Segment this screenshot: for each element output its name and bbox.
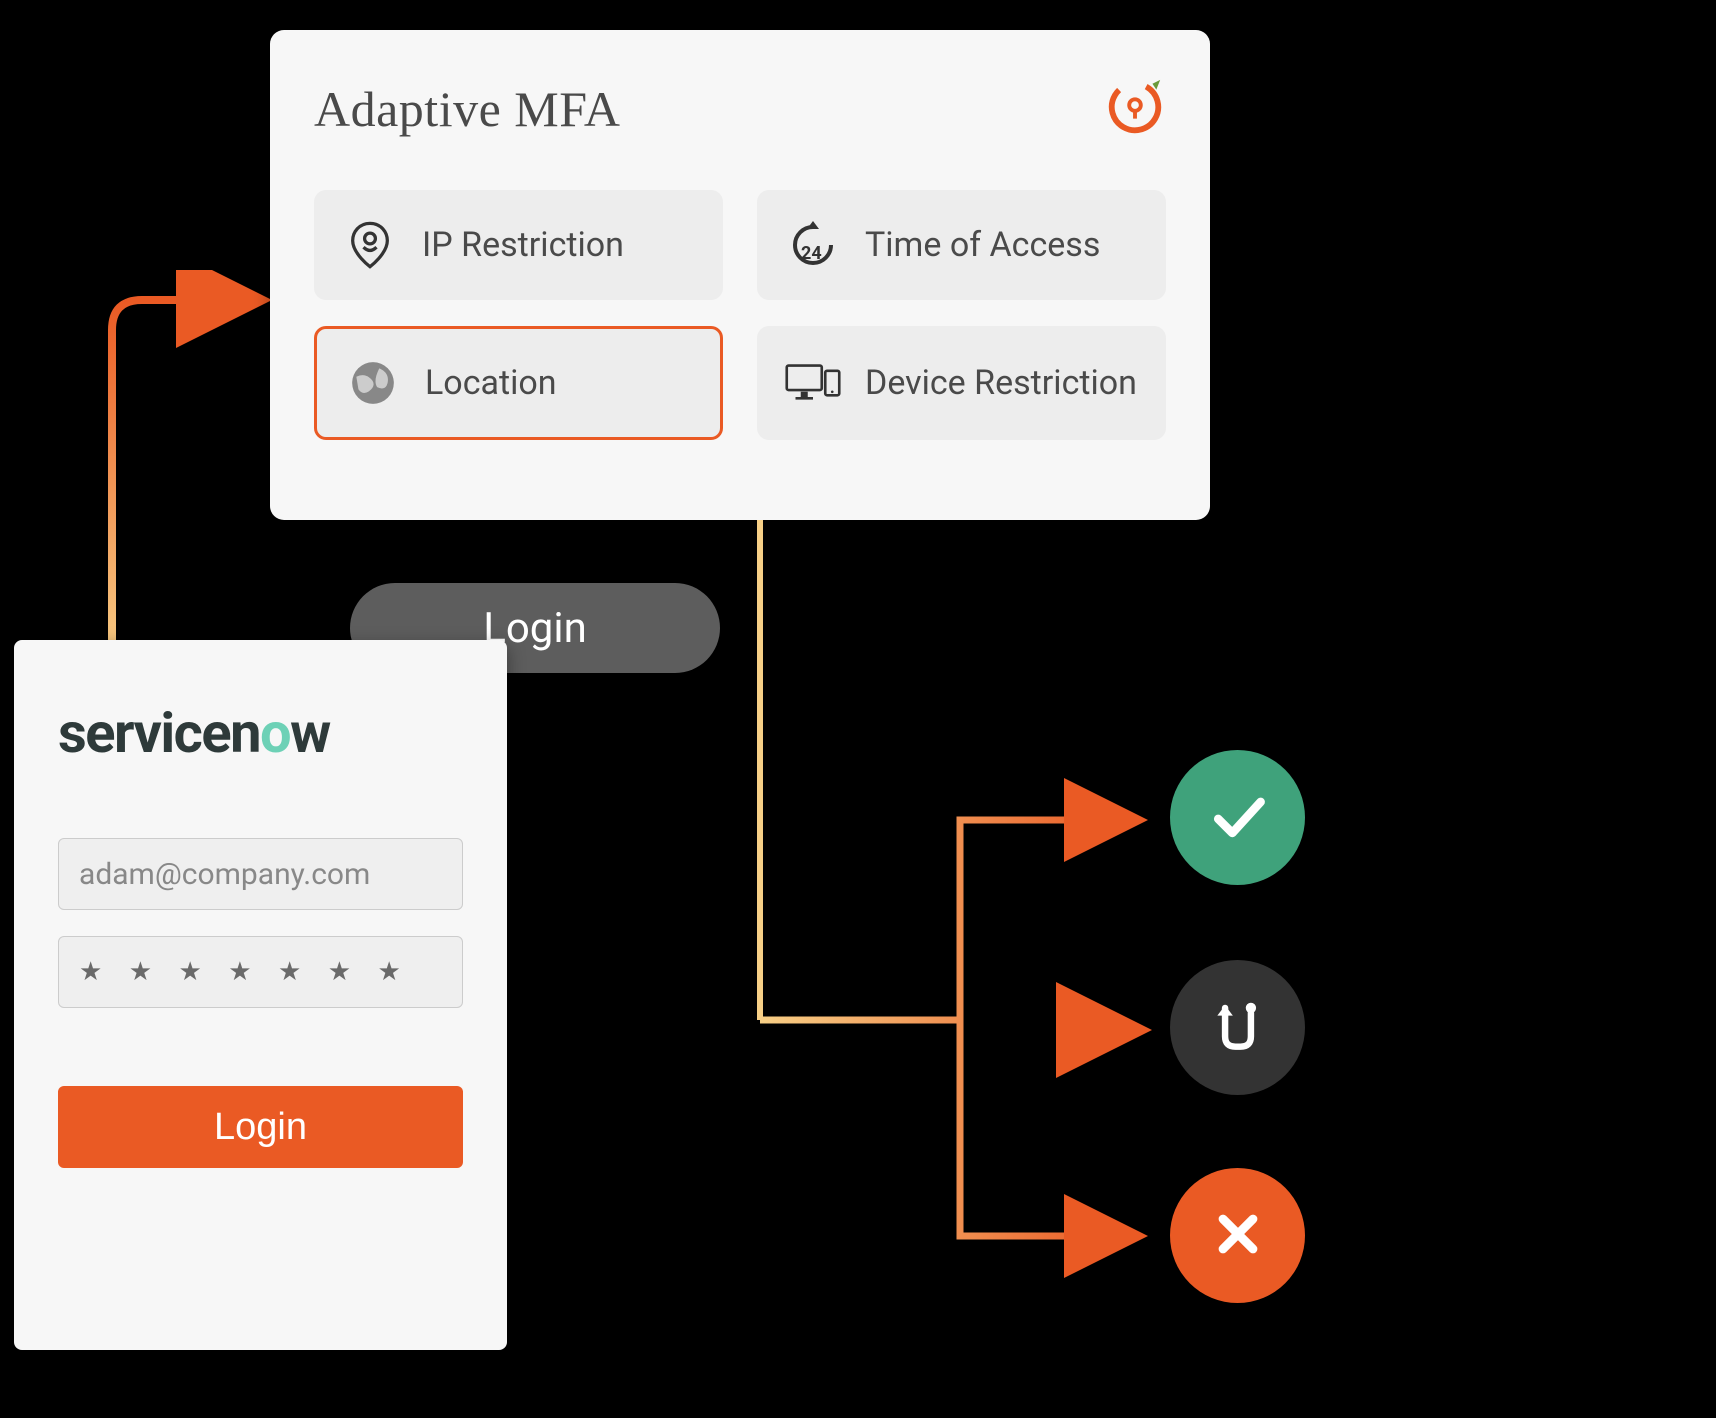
password-field[interactable]: ★ ★ ★ ★ ★ ★ ★ — [58, 936, 463, 1008]
mfa-option-label: Device Restriction — [865, 363, 1137, 404]
email-field[interactable]: adam@company.com — [58, 838, 463, 910]
email-value: adam@company.com — [79, 857, 370, 892]
servicenow-logo: servicenow — [58, 700, 463, 766]
adaptive-mfa-card: Adaptive MFA IP Restriction — [270, 30, 1210, 520]
mfa-option-device-restriction[interactable]: Device Restriction — [757, 326, 1166, 440]
logo-text-prefix: servicen — [58, 700, 260, 766]
devices-icon — [785, 355, 841, 411]
result-deny — [1170, 1168, 1305, 1303]
map-pin-icon — [342, 217, 398, 273]
mfa-option-label: IP Restriction — [422, 225, 624, 266]
login-button[interactable]: Login — [58, 1086, 463, 1168]
mfa-option-ip-restriction[interactable]: IP Restriction — [314, 190, 723, 300]
mfa-option-label: Location — [425, 363, 557, 404]
mfa-option-label: Time of Access — [865, 225, 1100, 266]
logo-text-suffix: w — [290, 700, 330, 766]
mfa-option-location[interactable]: Location — [314, 326, 723, 440]
logo-text-o: o — [260, 700, 290, 766]
result-challenge — [1170, 960, 1305, 1095]
time-24-icon: 24 — [785, 217, 841, 273]
result-allow — [1170, 750, 1305, 885]
svg-text:24: 24 — [801, 243, 822, 264]
globe-icon — [345, 355, 401, 411]
mfa-option-time-of-access[interactable]: 24 Time of Access — [757, 190, 1166, 300]
mfa-title: Adaptive MFA — [314, 80, 620, 138]
route-icon — [1207, 995, 1269, 1061]
connector-mfa-to-results — [740, 520, 1180, 1280]
connector-login-to-mfa — [90, 270, 270, 690]
miniorange-logo-icon — [1104, 76, 1166, 142]
check-icon — [1204, 782, 1272, 854]
x-icon — [1208, 1204, 1268, 1268]
servicenow-login-card: servicenow adam@company.com ★ ★ ★ ★ ★ ★ … — [14, 640, 507, 1350]
password-mask: ★ ★ ★ ★ ★ ★ ★ — [79, 957, 411, 987]
